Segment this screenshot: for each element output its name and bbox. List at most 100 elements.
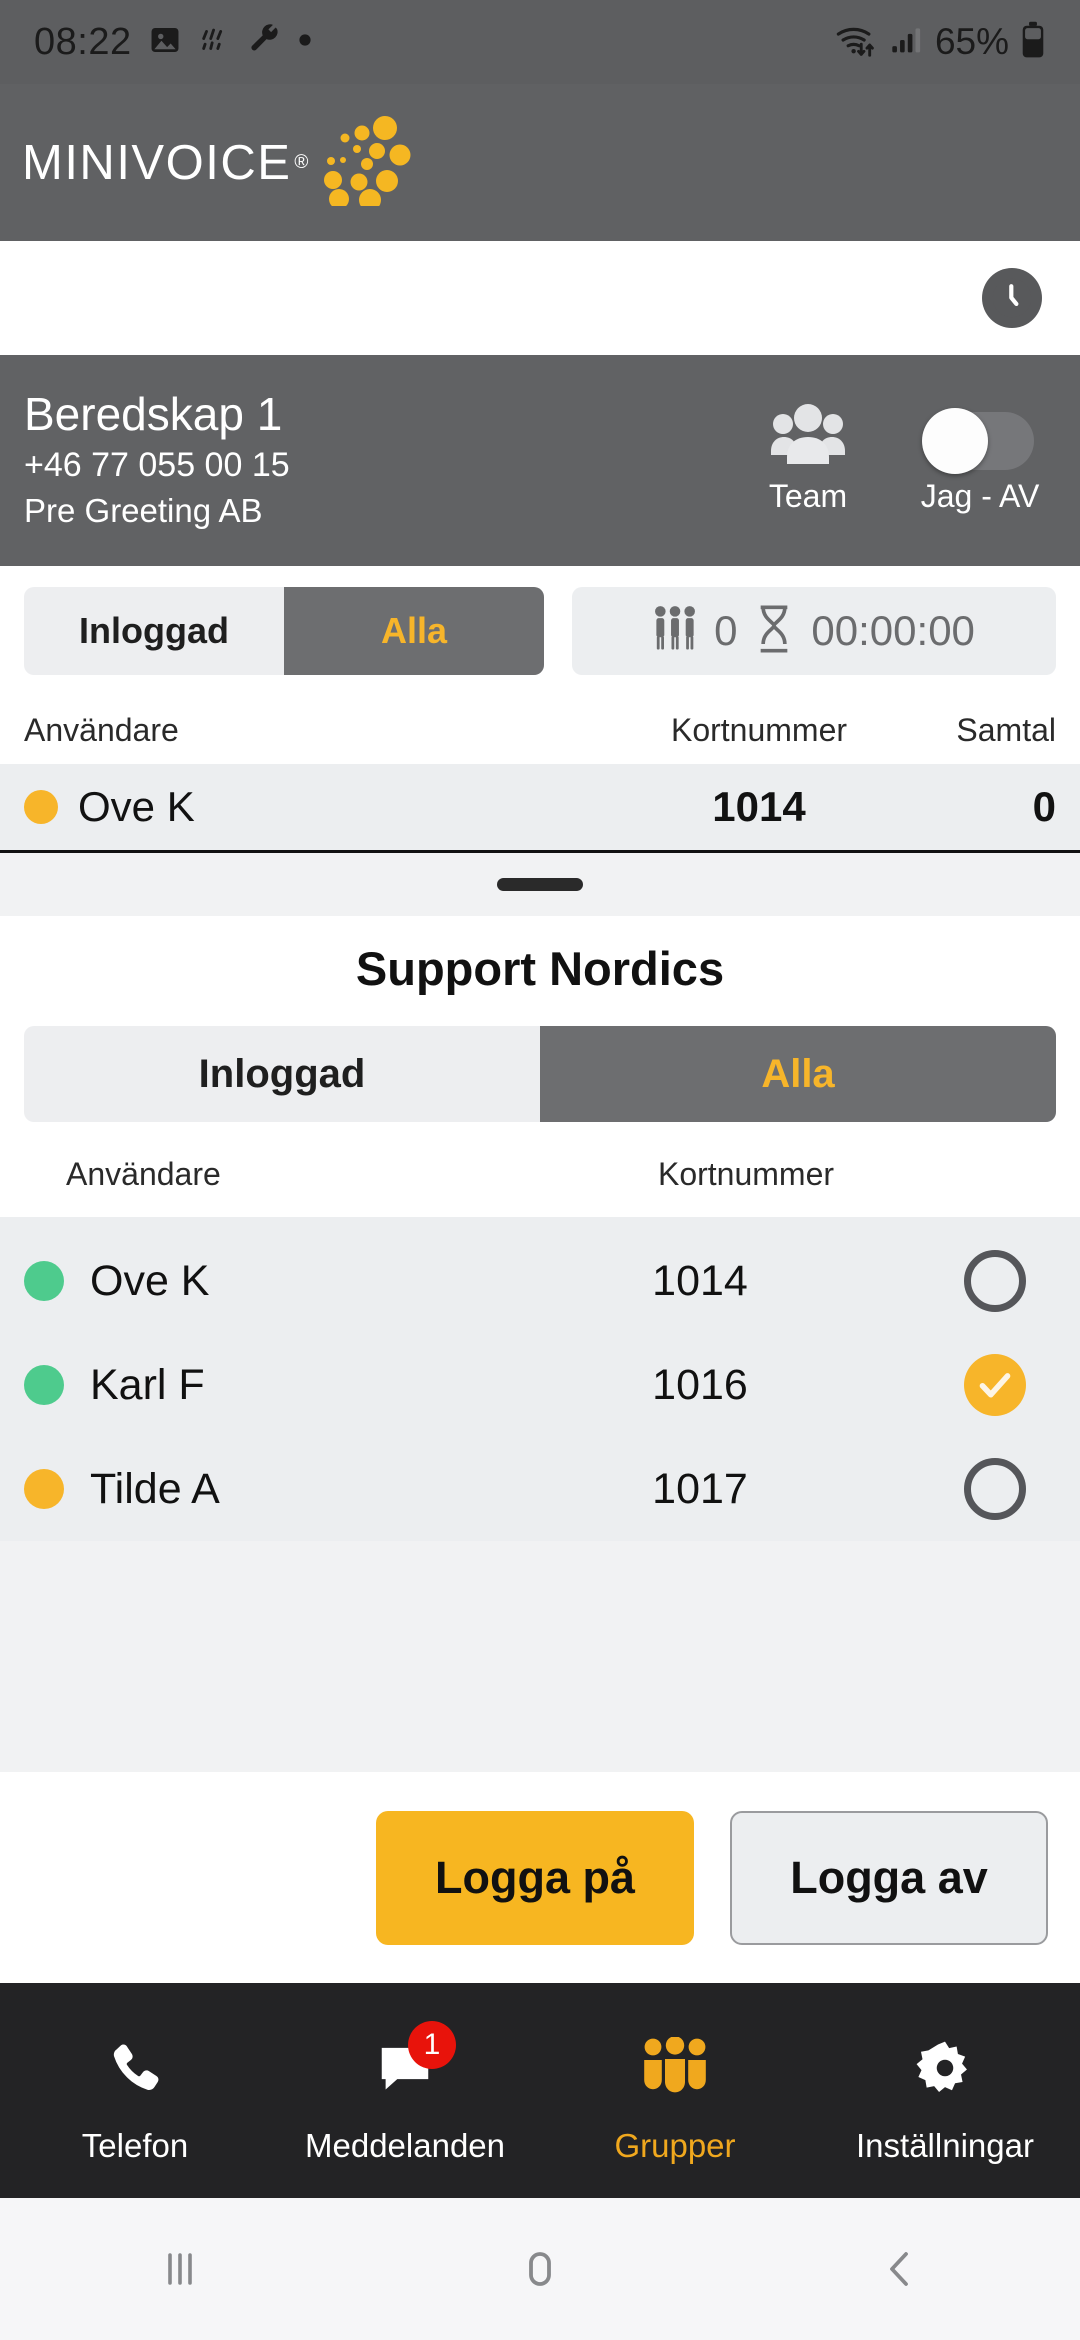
system-status-bar: 08:22 65% bbox=[0, 0, 1080, 84]
phone-icon bbox=[92, 2031, 178, 2105]
status-dot-online bbox=[24, 1365, 64, 1405]
people-group-icon bbox=[771, 403, 845, 470]
bg-col-anvandare: Användare bbox=[24, 711, 179, 748]
login-button[interactable]: Logga på bbox=[376, 1810, 694, 1945]
team-button[interactable]: Team bbox=[734, 403, 882, 515]
weather-icon bbox=[198, 23, 232, 62]
waiting-count: 0 bbox=[714, 607, 738, 654]
sheet-segment-inloggad[interactable]: Inloggad bbox=[24, 1026, 540, 1122]
sheet-content: Support Nordics Inloggad Alla Användare … bbox=[0, 916, 1080, 1217]
brand-name: MINIVOICE bbox=[22, 135, 292, 190]
user-kortnummer: 1017 bbox=[652, 1464, 748, 1513]
bg-segment-alla[interactable]: Alla bbox=[284, 587, 544, 675]
app-logo: MINIVOICE ® bbox=[0, 114, 412, 211]
list-item[interactable]: Ove K 1014 bbox=[0, 1229, 1080, 1333]
group-phone-number: +46 77 055 00 15 bbox=[24, 445, 290, 484]
status-bar-right: 65% bbox=[835, 21, 1046, 64]
battery-percent-label: 65% bbox=[934, 21, 1009, 62]
status-dot-away bbox=[24, 790, 58, 824]
bg-row-kortnummer: 1014 bbox=[712, 783, 806, 830]
nav-item-telefon[interactable]: Telefon bbox=[0, 1983, 270, 2198]
sheet-segment-wrapper: Inloggad Alla bbox=[0, 1026, 1080, 1156]
toggle-switch[interactable] bbox=[922, 407, 1034, 474]
bottom-navigation: Telefon 1 Meddelanden Grupper Inställnin… bbox=[0, 1983, 1080, 2198]
team-label: Team bbox=[768, 477, 848, 514]
registered-trademark-icon: ® bbox=[294, 151, 309, 173]
sheet-action-bar: Logga på Logga av bbox=[0, 1772, 1080, 1983]
top-toolbar bbox=[0, 241, 1080, 355]
group-company-name: Pre Greeting AB bbox=[24, 492, 263, 530]
select-radio-unchecked[interactable] bbox=[964, 1458, 1026, 1520]
brand-bar: MINIVOICE ® bbox=[0, 84, 1080, 241]
drag-handle-bar bbox=[497, 878, 583, 891]
recents-icon[interactable] bbox=[0, 2241, 360, 2297]
user-name: Tilde A bbox=[90, 1464, 220, 1513]
queue-stats-panel: 0 00:00:00 bbox=[572, 587, 1056, 675]
home-icon[interactable] bbox=[360, 2241, 720, 2297]
bg-row-samtal: 0 bbox=[1032, 783, 1056, 830]
sheet-col-anvandare: Användare bbox=[66, 1156, 221, 1192]
status-bar-clock: 08:22 bbox=[34, 20, 132, 63]
bg-row-name: Ove K bbox=[78, 783, 195, 830]
availability-toggle[interactable]: Jag - AV bbox=[906, 407, 1054, 515]
gear-icon bbox=[902, 2031, 988, 2105]
back-icon[interactable] bbox=[720, 2241, 1080, 2297]
list-item[interactable]: Tilde A 1017 bbox=[0, 1437, 1080, 1541]
user-select-cell[interactable] bbox=[850, 1250, 1056, 1312]
message-icon: 1 bbox=[362, 2020, 456, 2105]
background-column-headers: Användare Kortnummer Samtal bbox=[0, 696, 1080, 764]
availability-label: Jag - AV bbox=[920, 477, 1040, 514]
background-segmented-control: Inloggad Alla bbox=[24, 587, 544, 675]
status-dot-online bbox=[24, 1261, 64, 1301]
background-table-row[interactable]: Ove K 1014 0 bbox=[0, 764, 1080, 853]
groups-icon bbox=[632, 2031, 718, 2105]
wait-timer-value: 00:00:00 bbox=[811, 607, 975, 654]
sheet-col-kortnummer: Kortnummer bbox=[657, 1156, 835, 1192]
group-title: Beredskap 1 bbox=[24, 388, 283, 441]
nav-item-installningar[interactable]: Inställningar bbox=[810, 1983, 1080, 2198]
group-header-info: Beredskap 1 +46 77 055 00 15 Pre Greetin… bbox=[24, 389, 290, 531]
status-dot-away bbox=[24, 1469, 64, 1509]
list-item[interactable]: Karl F 1016 bbox=[0, 1333, 1080, 1437]
bottom-sheet: Support Nordics Inloggad Alla Användare … bbox=[0, 853, 1080, 1772]
nav-item-meddelanden[interactable]: 1 Meddelanden bbox=[270, 1983, 540, 2198]
sheet-segmented-control: Inloggad Alla bbox=[24, 1026, 1056, 1122]
background-filter-row: Inloggad Alla 0 00:00:00 bbox=[0, 566, 1080, 696]
hourglass-icon bbox=[754, 604, 794, 659]
sheet-drag-handle[interactable] bbox=[0, 853, 1080, 916]
toggle-knob bbox=[922, 407, 988, 474]
bg-col-samtal: Samtal bbox=[956, 711, 1056, 748]
clock-icon[interactable] bbox=[982, 268, 1042, 328]
wrench-icon bbox=[248, 23, 282, 62]
cellular-signal-icon bbox=[890, 23, 924, 62]
user-select-cell[interactable] bbox=[850, 1458, 1056, 1520]
select-radio-checked[interactable] bbox=[964, 1354, 1026, 1416]
user-list: Ove K 1014 Karl F 1016 Tilde A 1017 bbox=[0, 1217, 1080, 1541]
group-header: Beredskap 1 +46 77 055 00 15 Pre Greetin… bbox=[0, 355, 1080, 566]
user-kortnummer: 1016 bbox=[652, 1360, 748, 1409]
status-bar-left: 08:22 bbox=[34, 21, 312, 64]
sheet-title: Support Nordics bbox=[0, 916, 1080, 1026]
image-icon bbox=[148, 23, 182, 62]
user-name: Karl F bbox=[90, 1360, 205, 1409]
battery-icon bbox=[1020, 21, 1046, 64]
select-radio-unchecked[interactable] bbox=[964, 1250, 1026, 1312]
nav-label-grupper: Grupper bbox=[614, 2126, 736, 2164]
nav-label-meddelanden: Meddelanden bbox=[305, 2126, 505, 2164]
dot-icon bbox=[298, 33, 312, 52]
people-standing-icon bbox=[653, 604, 697, 659]
logout-button[interactable]: Logga av bbox=[730, 1810, 1048, 1945]
logo-dots-icon bbox=[322, 114, 412, 211]
user-name: Ove K bbox=[90, 1256, 210, 1305]
user-select-cell[interactable] bbox=[850, 1354, 1056, 1416]
user-kortnummer: 1014 bbox=[652, 1256, 748, 1305]
nav-item-grupper[interactable]: Grupper bbox=[540, 1983, 810, 2198]
app-screen: 08:22 65% MINIVOICE ® Beredskap 1 +46 77… bbox=[0, 0, 1080, 2340]
android-navigation-bar bbox=[0, 2198, 1080, 2340]
bg-segment-inloggad[interactable]: Inloggad bbox=[24, 587, 284, 675]
sheet-column-headers: Användare Kortnummer bbox=[0, 1156, 1080, 1217]
sheet-segment-alla[interactable]: Alla bbox=[540, 1026, 1056, 1122]
unread-badge: 1 bbox=[408, 2020, 456, 2069]
nav-label-installningar: Inställningar bbox=[856, 2126, 1034, 2164]
group-header-actions: Team Jag - AV bbox=[734, 403, 1054, 519]
